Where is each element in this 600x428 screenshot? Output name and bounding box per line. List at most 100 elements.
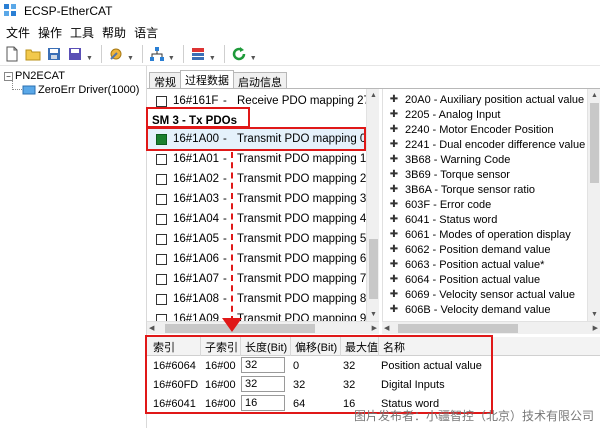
list-item[interactable]: 16#1A04- Transmit PDO mapping 4 xyxy=(147,209,379,229)
expand-icon[interactable]: ✚ xyxy=(387,139,401,150)
length-input[interactable]: 32 xyxy=(241,376,285,392)
expand-icon[interactable]: ✚ xyxy=(387,244,401,255)
menu-operate[interactable]: 操作 xyxy=(38,24,62,41)
expand-icon[interactable]: ✚ xyxy=(387,214,401,225)
list-item[interactable]: ✚ 2241 - Dual encoder difference value xyxy=(383,137,593,152)
scroll-thumb[interactable] xyxy=(590,103,599,183)
length-input[interactable]: 16 xyxy=(241,395,285,411)
list-item[interactable]: ✚ 3B6A - Torque sensor ratio xyxy=(383,182,593,197)
hscroll-thumb[interactable] xyxy=(398,324,518,333)
pdo-checkbox[interactable] xyxy=(156,95,167,107)
list-item[interactable]: 16#1A03- Transmit PDO mapping 3 xyxy=(147,189,379,209)
tab-general[interactable]: 常规 xyxy=(149,72,181,89)
col-offset[interactable]: 偏移(Bit) xyxy=(291,337,341,356)
refresh-icon[interactable] xyxy=(229,44,249,64)
list-item[interactable]: 16#1A08- Transmit PDO mapping 8 xyxy=(147,289,379,309)
tab-process-data[interactable]: 过程数据 xyxy=(180,70,234,88)
length-input[interactable]: 32 xyxy=(241,357,285,373)
pdo-checkbox[interactable] xyxy=(156,233,167,245)
scroll-up-icon[interactable]: ▲ xyxy=(367,89,380,102)
col-subindex[interactable]: 子索引 xyxy=(201,337,241,356)
scroll-right-icon[interactable]: ▶ xyxy=(372,324,377,332)
table-row[interactable]: 16#60FD 16#00 32 32 32 Digital Inputs xyxy=(147,375,600,394)
scroll-down-icon[interactable]: ▼ xyxy=(588,308,600,321)
scroll-up-icon[interactable]: ▲ xyxy=(588,89,600,102)
scroll-right-icon[interactable]: ▶ xyxy=(593,324,598,332)
list-item-selected[interactable]: 16#1A00 - Transmit PDO mapping 0 xyxy=(147,129,379,149)
expand-icon[interactable]: ✚ xyxy=(387,274,401,285)
chevron-down-icon[interactable]: ▼ xyxy=(127,55,134,62)
col-max[interactable]: 最大值 xyxy=(341,337,379,356)
chevron-down-icon[interactable]: ▼ xyxy=(86,55,93,62)
menu-file[interactable]: 文件 xyxy=(6,24,30,41)
open-folder-icon[interactable] xyxy=(23,44,43,64)
tab-startup[interactable]: 启动信息 xyxy=(233,72,287,89)
object-list-hscrollbar[interactable]: ◀ ▶ xyxy=(382,321,600,334)
network-icon[interactable] xyxy=(147,44,167,64)
pdo-checkbox[interactable] xyxy=(156,173,167,185)
list-item[interactable]: 16#1A09- Transmit PDO mapping 9 xyxy=(147,309,379,321)
expand-icon[interactable]: ✚ xyxy=(387,199,401,210)
list-item[interactable]: ✚ 606B - Velocity demand value xyxy=(383,302,593,317)
expand-icon[interactable]: ✚ xyxy=(387,124,401,135)
scroll-down-icon[interactable]: ▼ xyxy=(367,308,380,321)
pdo-checkbox[interactable] xyxy=(156,153,167,165)
pdo-checkbox[interactable] xyxy=(156,273,167,285)
expand-icon[interactable]: ✚ xyxy=(387,94,401,105)
settings-icon[interactable] xyxy=(106,44,126,64)
expand-icon[interactable]: ✚ xyxy=(387,169,401,180)
list-item[interactable]: ✚ 20A0 - Auxiliary position actual value xyxy=(383,92,593,107)
list-item[interactable]: 16#1A06- Transmit PDO mapping 6 xyxy=(147,249,379,269)
pdo-list-scrollbar[interactable]: ▲ ▼ xyxy=(366,89,379,321)
device-config-icon[interactable] xyxy=(188,44,208,64)
menu-help[interactable]: 帮助 xyxy=(102,24,126,41)
tree-child-node[interactable]: ZeroErr Driver(1000) xyxy=(22,84,139,96)
pdo-checkbox-checked[interactable] xyxy=(156,133,167,145)
col-name[interactable]: 名称 xyxy=(379,337,499,356)
table-row[interactable]: 16#6064 16#00 32 0 32 Position actual va… xyxy=(147,356,600,375)
list-item[interactable]: ✚ 603F - Error code xyxy=(383,197,593,212)
save-icon[interactable] xyxy=(44,44,64,64)
pdo-list-hscrollbar[interactable]: ◀ ▶ xyxy=(147,321,379,334)
chevron-down-icon[interactable]: ▼ xyxy=(168,55,175,62)
pdo-checkbox[interactable] xyxy=(156,293,167,305)
list-item[interactable]: ✚ 6062 - Position demand value xyxy=(383,242,593,257)
save-as-icon[interactable] xyxy=(65,44,85,64)
list-item[interactable]: ✚ 6063 - Position actual value* xyxy=(383,257,593,272)
scroll-left-icon[interactable]: ◀ xyxy=(149,324,154,332)
expand-icon[interactable]: ✚ xyxy=(387,154,401,165)
object-list-scrollbar[interactable]: ▲ ▼ xyxy=(587,89,600,321)
list-item[interactable]: 16#1A05- Transmit PDO mapping 5 xyxy=(147,229,379,249)
list-item[interactable]: ✚ 6069 - Velocity sensor actual value xyxy=(383,287,593,302)
expand-icon[interactable]: ✚ xyxy=(387,259,401,270)
list-item[interactable]: 16#1A01- Transmit PDO mapping 1 xyxy=(147,149,379,169)
col-index[interactable]: 索引 xyxy=(149,337,201,356)
expand-icon[interactable]: ✚ xyxy=(387,184,401,195)
list-item[interactable]: 16#161F - Receive PDO mapping 27 xyxy=(147,91,379,111)
list-item[interactable]: ✚ 6064 - Position actual value xyxy=(383,272,593,287)
new-file-icon[interactable] xyxy=(2,44,22,64)
chevron-down-icon[interactable]: ▼ xyxy=(250,55,257,62)
scroll-thumb[interactable] xyxy=(369,239,378,299)
pdo-checkbox[interactable] xyxy=(156,253,167,265)
chevron-down-icon[interactable]: ▼ xyxy=(209,55,216,62)
expand-icon[interactable]: ✚ xyxy=(387,109,401,120)
expand-icon[interactable]: ✚ xyxy=(387,289,401,300)
list-item[interactable]: 16#1A02- Transmit PDO mapping 2 xyxy=(147,169,379,189)
pdo-checkbox[interactable] xyxy=(156,213,167,225)
list-item[interactable]: ✚ 3B68 - Warning Code xyxy=(383,152,593,167)
list-item[interactable]: ✚ 6061 - Modes of operation display xyxy=(383,227,593,242)
col-length[interactable]: 长度(Bit) xyxy=(241,337,291,356)
menu-language[interactable]: 语言 xyxy=(134,24,158,41)
expand-icon[interactable]: ✚ xyxy=(387,229,401,240)
scroll-left-icon[interactable]: ◀ xyxy=(384,324,389,332)
menu-tools[interactable]: 工具 xyxy=(70,24,94,41)
list-item[interactable]: ✚ 2205 - Analog Input xyxy=(383,107,593,122)
pdo-checkbox[interactable] xyxy=(156,193,167,205)
pdo-checkbox[interactable] xyxy=(156,313,167,321)
list-item[interactable]: 16#1A07- Transmit PDO mapping 7 xyxy=(147,269,379,289)
list-item[interactable]: ✚ 3B69 - Torque sensor xyxy=(383,167,593,182)
list-item[interactable]: ✚ 6041 - Status word xyxy=(383,212,593,227)
expand-icon[interactable]: ✚ xyxy=(387,304,401,315)
list-item[interactable]: ✚ 2240 - Motor Encoder Position xyxy=(383,122,593,137)
